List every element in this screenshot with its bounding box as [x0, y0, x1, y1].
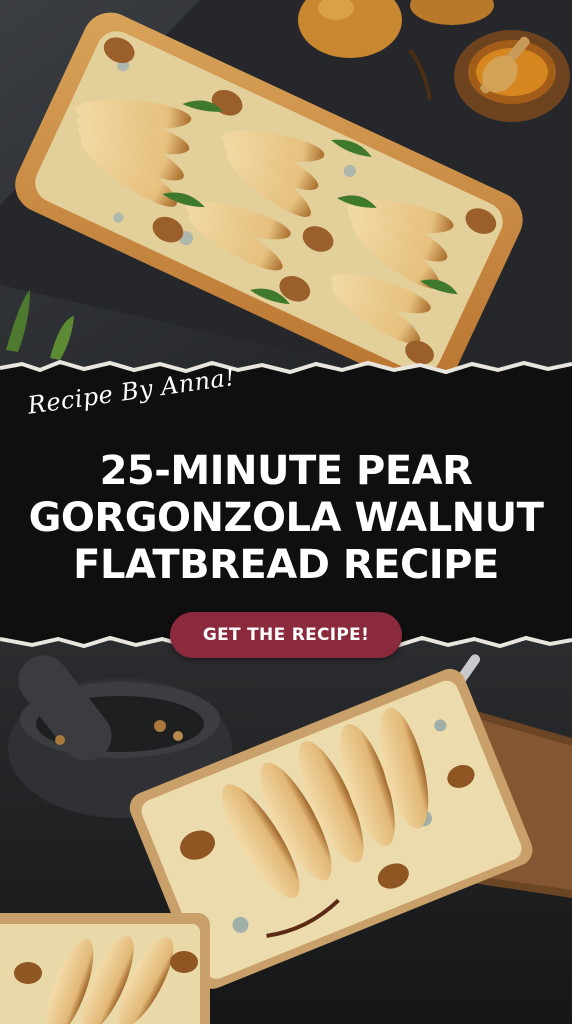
title-line-2: GORGONZOLA WALNUT — [28, 495, 544, 541]
title-line-1: 25-MINUTE PEAR — [99, 448, 473, 494]
title-line-3: FLATBREAD RECIPE — [73, 542, 499, 588]
top-flatbread-photo — [0, 0, 572, 380]
recipe-title: 25-MINUTE PEAR GORGONZOLA WALNUT FLATBRE… — [0, 448, 572, 589]
get-recipe-button[interactable]: GET THE RECIPE! — [170, 612, 402, 658]
bottom-flatbread-slice-photo — [0, 628, 572, 1024]
